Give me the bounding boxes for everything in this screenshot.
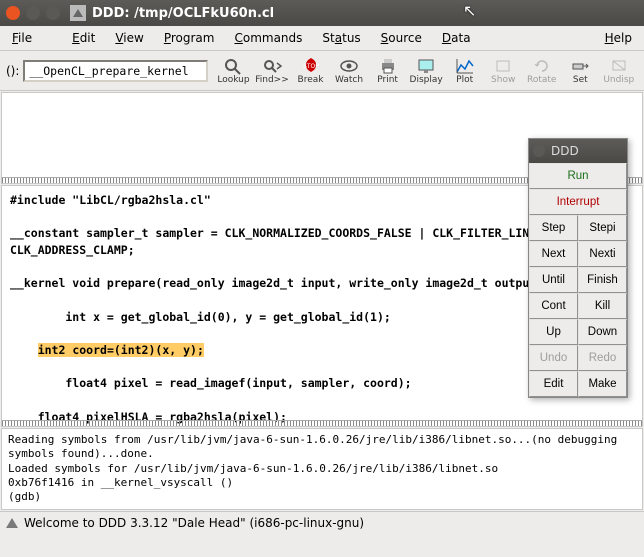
menu-help[interactable]: Help (605, 31, 632, 45)
nexti-button[interactable]: Nexti (578, 241, 627, 267)
finish-button[interactable]: Finish (578, 267, 627, 293)
app-icon (70, 5, 86, 21)
show-button: Show (484, 52, 523, 90)
cont-button[interactable]: Cont (529, 293, 578, 319)
menu-edit[interactable]: Edit (72, 31, 95, 45)
toolbar: (): Lookup Find>> STOPBreak Watch Print … (0, 51, 644, 91)
menu-view[interactable]: View (115, 31, 143, 45)
pane-resize-grip[interactable] (2, 420, 642, 426)
make-button[interactable]: Make (578, 371, 627, 397)
status-led-icon (6, 518, 18, 528)
command-tool: DDD Run Interrupt StepStepi NextNexti Un… (528, 138, 628, 398)
menu-program[interactable]: Program (164, 31, 215, 45)
window-titlebar: DDD: /tmp/OCLFkU60n.cl (0, 0, 644, 26)
set-button[interactable]: Set (561, 52, 600, 90)
rotate-button: Rotate (522, 52, 561, 90)
menubar: File Edit View Program Commands Status S… (0, 26, 644, 51)
status-message: Welcome to DDD 3.3.12 "Dale Head" (i686-… (24, 516, 364, 530)
command-tool-close-icon[interactable] (533, 145, 545, 157)
statusbar: Welcome to DDD 3.3.12 "Dale Head" (i686-… (0, 511, 644, 534)
menu-commands[interactable]: Commands (234, 31, 302, 45)
next-button[interactable]: Next (529, 241, 578, 267)
menu-status[interactable]: Status (322, 31, 360, 45)
down-button[interactable]: Down (578, 319, 627, 345)
stepi-button[interactable]: Stepi (578, 215, 627, 241)
undisp-button: Undisp (600, 52, 639, 90)
arg-prompt: (): (6, 64, 19, 78)
plot-button[interactable]: Plot (445, 52, 484, 90)
menu-file[interactable]: File (12, 31, 52, 45)
command-tool-titlebar[interactable]: DDD (529, 139, 627, 163)
kill-button[interactable]: Kill (578, 293, 627, 319)
break-button[interactable]: STOPBreak (291, 52, 330, 90)
edit-button[interactable]: Edit (529, 371, 578, 397)
up-button[interactable]: Up (529, 319, 578, 345)
display-button[interactable]: Display (407, 52, 446, 90)
window-title: DDD: /tmp/OCLFkU60n.cl (92, 6, 274, 21)
undo-button: Undo (529, 345, 578, 371)
window-close-button[interactable] (6, 6, 20, 20)
command-tool-title: DDD (551, 144, 579, 158)
redo-button: Redo (578, 345, 627, 371)
window-minimize-button[interactable] (26, 6, 40, 20)
selected-source-text: int2 coord=(int2)(x, y); (38, 343, 204, 357)
find-button[interactable]: Find>> (253, 52, 292, 90)
print-button[interactable]: Print (368, 52, 407, 90)
menu-data[interactable]: Data (442, 31, 471, 45)
lookup-button[interactable]: Lookup (214, 52, 253, 90)
window-maximize-button[interactable] (46, 6, 60, 20)
gdb-console[interactable]: Reading symbols from /usr/lib/jvm/java-6… (1, 428, 643, 510)
argument-input[interactable] (23, 60, 208, 82)
until-button[interactable]: Until (529, 267, 578, 293)
interrupt-button[interactable]: Interrupt (529, 189, 627, 215)
watch-button[interactable]: Watch (330, 52, 369, 90)
step-button[interactable]: Step (529, 215, 578, 241)
run-button[interactable]: Run (529, 163, 627, 189)
menu-source[interactable]: Source (381, 31, 422, 45)
svg-text:STOP: STOP (303, 63, 319, 70)
